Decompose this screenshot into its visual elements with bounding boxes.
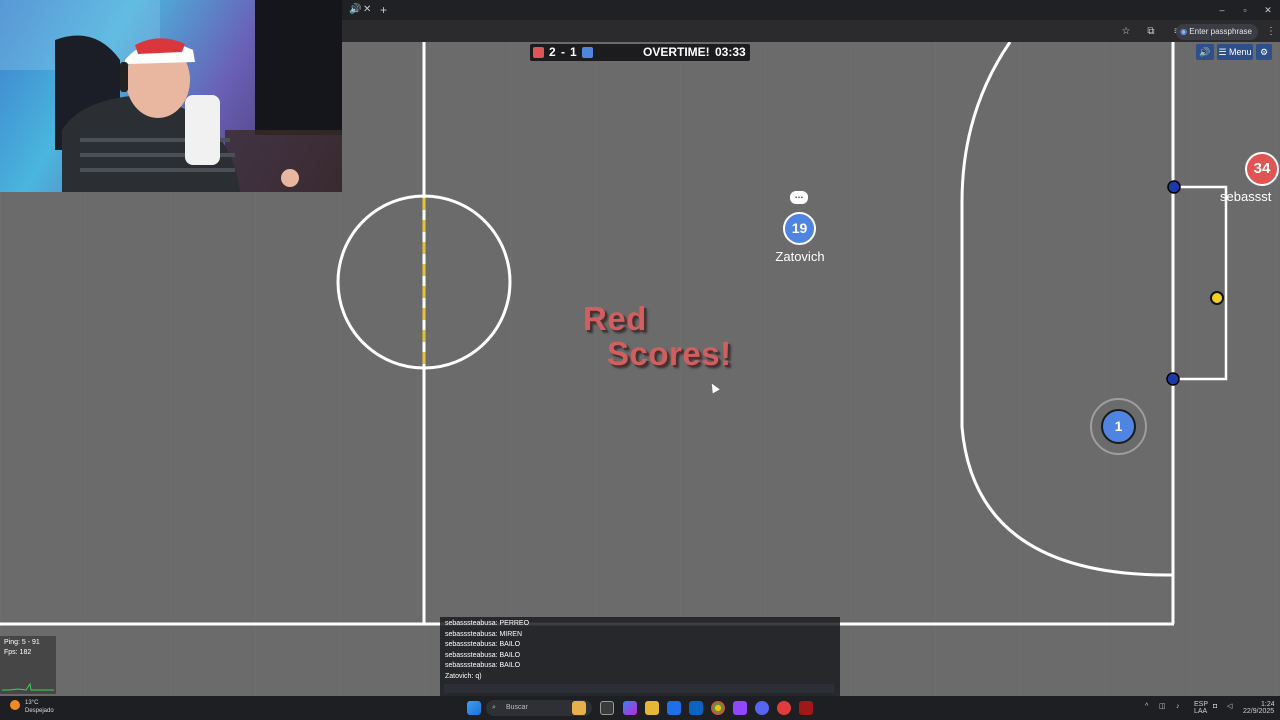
more-icon[interactable]: ⋮ (1264, 25, 1278, 39)
menu-bar: 🔊 ☰ Menu ⚙ (1196, 44, 1276, 60)
store-icon[interactable] (667, 701, 681, 715)
search-placeholder: Buscar (506, 704, 528, 711)
speaker-icon[interactable]: 🔊 (1196, 44, 1214, 60)
red-team-icon (533, 47, 544, 58)
volume-icon[interactable]: ◁ (1227, 703, 1232, 710)
chat-message: sebasssteabusa: BAILO (445, 641, 521, 648)
player-name: Zatovich (775, 249, 825, 264)
scoreboard: 2 - 1 OVERTIME! 03:33 (530, 44, 750, 61)
webcam-overlay (0, 0, 342, 192)
webcam-image (0, 0, 342, 192)
task-view-icon[interactable] (600, 701, 614, 715)
search-icon: ⌕ (492, 704, 496, 711)
player-disc: 19 (783, 212, 816, 245)
player-disc-red: 34 (1245, 152, 1279, 186)
taskbar: 13°C Despejado ⌕ Buscar ^ ◫ ♪ ESP LAA ◘ … (0, 696, 1280, 720)
chat-message: sebasssteabusa: MIREN (445, 630, 523, 638)
goal-message-line2: Scores! (607, 335, 732, 372)
close-window-button[interactable]: ✕ (1259, 3, 1277, 17)
chat-panel: sebasssteabusa: PERREO sebasssteabusa: M… (440, 617, 840, 696)
fps-label: Fps: 182 (4, 649, 32, 656)
goal-post-top (1167, 180, 1181, 194)
ball (1210, 291, 1224, 305)
new-tab-button[interactable]: + (380, 3, 387, 17)
passphrase-label: Enter passphrase (1189, 27, 1252, 36)
network-icon[interactable]: ◫ (1159, 703, 1166, 710)
red-score: 2 (549, 45, 556, 59)
language-2[interactable]: LAA (1194, 708, 1207, 715)
chrome-icon[interactable] (711, 701, 725, 715)
ping-label: Ping: 5 - 91 (4, 639, 40, 646)
extension-icon[interactable]: ⧉ (1144, 25, 1158, 39)
player-disc-self: 1 (1101, 409, 1136, 444)
copilot-icon[interactable] (623, 701, 637, 715)
language-1[interactable]: ESP (1194, 701, 1208, 708)
menu-label: Menu (1229, 47, 1252, 57)
twitch-icon[interactable] (733, 701, 747, 715)
chat-message: sebasssteabusa: PERREO (445, 620, 530, 627)
game-timer: 03:33 (715, 45, 746, 59)
key-icon: ◉ (1180, 27, 1190, 36)
browser-toolbar (342, 20, 1280, 42)
weather-icon[interactable] (10, 700, 20, 710)
game-status: OVERTIME! (643, 45, 710, 59)
chat-bubble-icon: … (790, 191, 808, 204)
minimize-button[interactable]: – (1213, 3, 1231, 17)
menu-button[interactable]: ☰ Menu (1217, 44, 1253, 60)
chat-message: sebasssteabusa: BAILO (445, 662, 521, 669)
mic-icon[interactable]: ♪ (1176, 703, 1180, 710)
chevron-up-icon[interactable]: ^ (1145, 703, 1148, 710)
chat-message: sebasssteabusa: BAILO (445, 651, 521, 659)
outlook-icon[interactable] (689, 701, 703, 715)
weather-desc: Despejado (25, 708, 54, 714)
passphrase-button[interactable]: ◉ Enter passphrase (1176, 24, 1258, 40)
file-explorer-icon[interactable] (645, 701, 659, 715)
goal-message-line1: Red (583, 300, 647, 337)
wifi-icon[interactable]: ◘ (1213, 703, 1217, 710)
app-icon[interactable] (799, 701, 813, 715)
star-icon[interactable]: ☆ (1119, 25, 1133, 39)
player-name-red: sebassst (1220, 189, 1272, 204)
score-separator: - (561, 45, 565, 59)
chat-input[interactable] (444, 684, 834, 693)
widgets-icon[interactable] (572, 701, 586, 715)
tab-close-icon[interactable]: ✕ (363, 3, 371, 17)
fps-graph (2, 682, 54, 691)
goal-post-bottom (1166, 372, 1180, 386)
stats-panel: Ping: 5 - 91 Fps: 182 (0, 636, 56, 694)
record-icon[interactable] (777, 701, 791, 715)
clock-date[interactable]: 22/9/2025 (1243, 708, 1274, 715)
windows-start-icon[interactable] (467, 701, 481, 715)
blue-score: 1 (570, 45, 577, 59)
tab-audio-icon[interactable]: 🔊 (349, 3, 361, 17)
chat-message: Zatovich: q) (445, 672, 482, 680)
discord-icon[interactable] (755, 701, 769, 715)
maximize-button[interactable]: ▫ (1236, 3, 1254, 17)
weather-temp: 13°C (25, 700, 39, 706)
blue-team-icon (582, 47, 593, 58)
clock-time[interactable]: 1:24 (1261, 701, 1275, 708)
gear-icon[interactable]: ⚙ (1256, 44, 1272, 60)
